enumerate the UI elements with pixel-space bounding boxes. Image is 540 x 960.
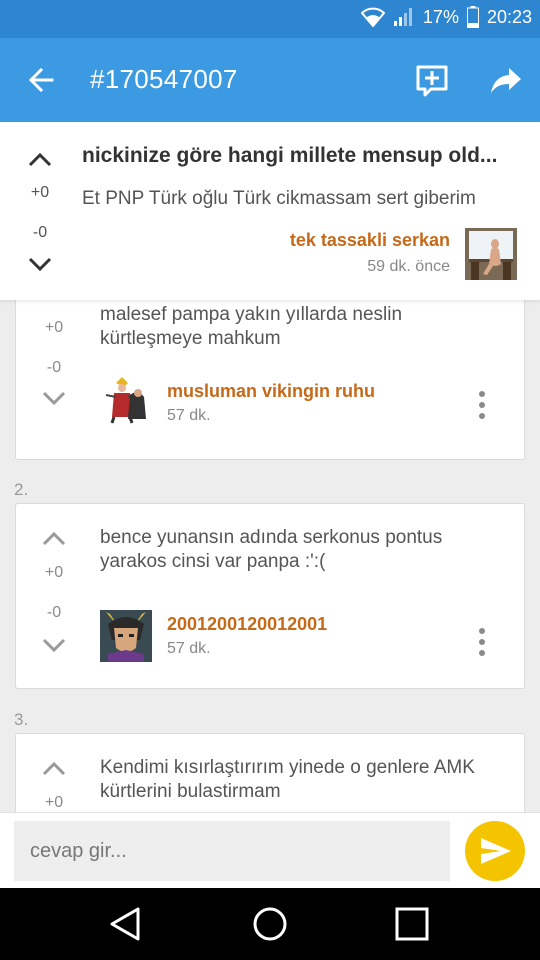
entry-card: +0 Kendimi kısırlaştırırım yinede o genl… — [15, 733, 525, 812]
nav-home-icon[interactable] — [250, 904, 290, 944]
entry-list: +0 -0 malesef pampa yakın yıllarda nesli… — [0, 300, 540, 812]
page-title: #170547007 — [90, 64, 238, 94]
more-options-icon[interactable] — [472, 626, 492, 658]
topic-upvote-count: +0 — [30, 184, 50, 201]
entry-timestamp: 57 dk. — [167, 407, 211, 424]
upvote-count: +0 — [44, 319, 64, 336]
topic-header: +0 -0 nickinize göre hangi millete mensu… — [0, 122, 540, 300]
topic-timestamp: 59 dk. önce — [367, 258, 450, 275]
topic-author-avatar[interactable] — [465, 228, 517, 280]
entry-author-avatar[interactable] — [100, 373, 152, 425]
status-bar: 17% 20:23 — [0, 0, 540, 38]
upvote-chevron-icon[interactable] — [41, 756, 67, 782]
entry-card: +0 -0 bence yunansın adında serkonus pon… — [15, 503, 525, 689]
entry-number: 3. — [14, 710, 29, 729]
send-icon — [481, 838, 511, 864]
nav-recents-icon[interactable] — [392, 904, 432, 944]
entry-author-avatar[interactable] — [100, 610, 152, 662]
topic-downvote-count: -0 — [32, 224, 48, 241]
battery-icon — [466, 6, 479, 28]
upvote-chevron-icon[interactable] — [26, 146, 54, 174]
entry-author[interactable]: musluman vikingin ruhu — [167, 381, 375, 402]
topic-body: Et PNP Türk oğlu Türk cikmassam sert gib… — [82, 188, 476, 209]
entry-timestamp: 57 dk. — [167, 640, 211, 657]
battery-percent: 17% — [422, 6, 459, 27]
entry-card: +0 -0 malesef pampa yakın yıllarda nesli… — [15, 300, 525, 460]
add-entry-icon[interactable] — [412, 60, 452, 100]
system-nav-bar — [0, 888, 540, 960]
topic-title[interactable]: nickinize göre hangi millete mensup old.… — [82, 144, 530, 168]
app-bar: #170547007 — [0, 38, 540, 122]
downvote-chevron-icon[interactable] — [26, 250, 54, 278]
upvote-chevron-icon[interactable] — [41, 526, 67, 552]
topic-author[interactable]: tek tassakli serkan — [290, 230, 450, 251]
downvote-count: -0 — [46, 604, 62, 621]
nav-back-icon[interactable] — [106, 904, 146, 944]
entry-text: malesef pampa yakın yıllarda neslin kürt… — [100, 304, 403, 349]
entry-text: bence yunansın adında serkonus pontus ya… — [100, 527, 443, 572]
signal-icon — [393, 7, 415, 27]
upvote-count: +0 — [44, 564, 64, 581]
reply-input[interactable] — [14, 821, 450, 881]
clock: 20:23 — [486, 6, 532, 27]
upvote-count: +0 — [44, 794, 64, 811]
more-options-icon[interactable] — [472, 389, 492, 421]
downvote-chevron-icon[interactable] — [41, 632, 67, 658]
reply-bar — [0, 812, 540, 888]
share-icon[interactable] — [486, 60, 526, 100]
entry-number: 2. — [14, 480, 29, 499]
downvote-count: -0 — [46, 359, 62, 376]
entry-text: Kendimi kısırlaştırırım yinede o genlere… — [100, 757, 475, 802]
back-arrow-icon[interactable] — [22, 60, 62, 100]
downvote-chevron-icon[interactable] — [41, 385, 67, 411]
wifi-icon — [360, 7, 385, 27]
entry-author[interactable]: 2001200120012001 — [167, 614, 327, 635]
send-button[interactable] — [465, 821, 525, 881]
app-screen: 17% 20:23 #170547007 +0 -0 nickinize gör… — [0, 0, 540, 960]
